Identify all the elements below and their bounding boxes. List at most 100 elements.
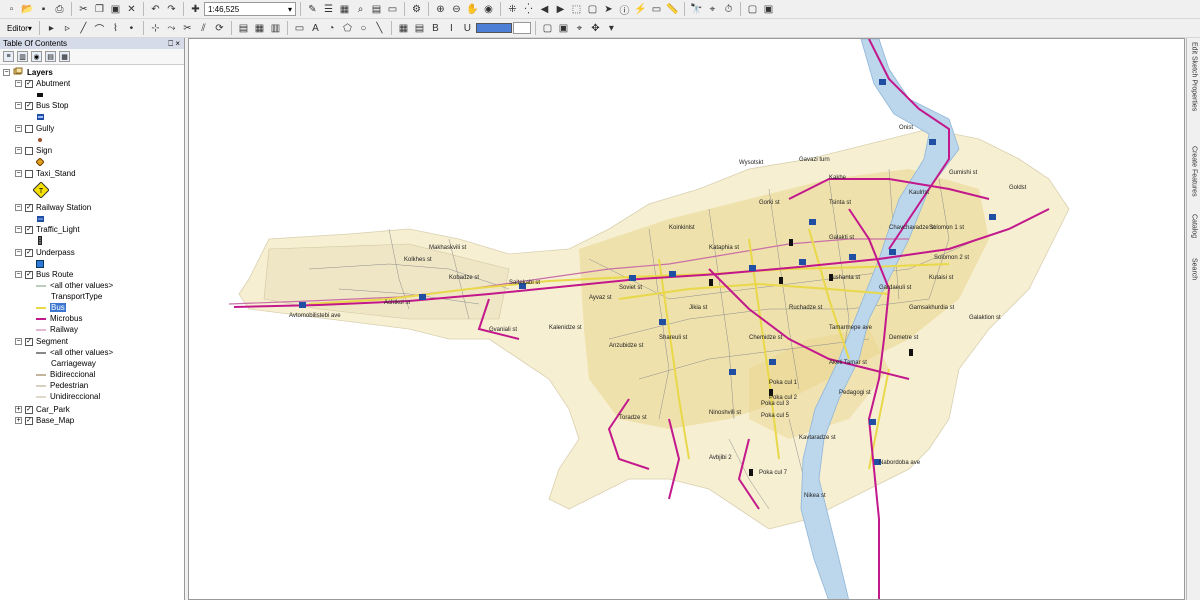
- expand-icon[interactable]: +: [15, 406, 22, 413]
- more-tools-icon[interactable]: ▾: [604, 21, 619, 36]
- layer-taxi-stand[interactable]: − Taxi_Stand: [15, 168, 76, 179]
- map-display[interactable]: Onist Wysotskt Gavazi turn Kakhe Gorki s…: [188, 38, 1185, 600]
- time-slider-icon[interactable]: ⏱: [721, 2, 736, 17]
- sketch-properties-icon[interactable]: ▦: [252, 21, 267, 36]
- tab-create-features[interactable]: Create Features: [1188, 146, 1200, 206]
- split-icon[interactable]: ⫽: [196, 21, 211, 36]
- collapse-icon[interactable]: −: [15, 249, 22, 256]
- layer-gully[interactable]: − Gully: [15, 123, 54, 134]
- list-by-drawing-order-icon[interactable]: ≡: [3, 51, 14, 62]
- edit-annotation-icon[interactable]: ▹: [60, 21, 75, 36]
- identify-icon[interactable]: ⓘ: [617, 2, 632, 17]
- draw-callout-icon[interactable]: ◔: [324, 21, 339, 36]
- cut-polygons-icon[interactable]: ✂: [180, 21, 195, 36]
- layer-abutment[interactable]: − ✓ Abutment: [15, 78, 70, 89]
- go-to-xy-icon[interactable]: ⌖: [705, 2, 720, 17]
- add-data-icon[interactable]: ✚: [188, 2, 203, 17]
- draw-rectangle-icon[interactable]: ▭: [292, 21, 307, 36]
- point-icon[interactable]: •: [124, 21, 139, 36]
- attributes-icon[interactable]: ▤: [236, 21, 251, 36]
- search-window-icon[interactable]: ⌕: [353, 2, 368, 17]
- python-icon[interactable]: ▭: [385, 2, 400, 17]
- layer-checkbox[interactable]: [25, 146, 33, 155]
- print-icon[interactable]: ⎙: [52, 2, 67, 17]
- layer-checkbox[interactable]: ✓: [25, 248, 33, 257]
- model-builder-icon[interactable]: ⚙: [409, 2, 424, 17]
- georeference-icon[interactable]: ⌖: [572, 21, 587, 36]
- options-icon[interactable]: ▦: [59, 51, 70, 62]
- list-by-source-icon[interactable]: ▥: [17, 51, 28, 62]
- layer-checkbox[interactable]: ✓: [25, 101, 33, 110]
- pan-icon[interactable]: ✋: [465, 2, 480, 17]
- zoom-out-icon[interactable]: ⊖: [449, 2, 464, 17]
- collapse-icon[interactable]: −: [15, 338, 22, 345]
- undo-icon[interactable]: ↶: [148, 2, 163, 17]
- end-point-arc-icon[interactable]: ⌒: [92, 21, 107, 36]
- tab-catalog[interactable]: Catalog: [1188, 214, 1200, 250]
- delete-icon[interactable]: ✕: [124, 2, 139, 17]
- collapse-icon[interactable]: −: [15, 170, 22, 177]
- layer-bus-stop[interactable]: − ✓ Bus Stop: [15, 100, 68, 111]
- back-extent-icon[interactable]: ◀: [537, 2, 552, 17]
- find-icon[interactable]: 🔭: [689, 2, 704, 17]
- layer-bus-route[interactable]: − ✓ Bus Route: [15, 269, 73, 280]
- layer-car-park[interactable]: + ✓ Car_Park: [15, 404, 70, 415]
- html-popup-icon[interactable]: ▭: [649, 2, 664, 17]
- layer-base-map[interactable]: + ✓ Base_Map: [15, 415, 74, 426]
- draw-line-icon[interactable]: ╲: [372, 21, 387, 36]
- copy-icon[interactable]: ❐: [92, 2, 107, 17]
- collapse-icon[interactable]: −: [15, 147, 22, 154]
- editor-toolbar-icon[interactable]: ✎: [305, 2, 320, 17]
- collapse-icon[interactable]: −: [15, 125, 22, 132]
- tab-edit-sketch-properties[interactable]: Edit Sketch Properties: [1188, 42, 1200, 142]
- full-extent-icon[interactable]: ◉: [481, 2, 496, 17]
- pin-icon[interactable]: ⎕: [168, 39, 173, 48]
- layer-checkbox[interactable]: ✓: [25, 416, 33, 425]
- cut-icon[interactable]: ✂: [76, 2, 91, 17]
- snapping-icon[interactable]: ✥: [588, 21, 603, 36]
- layer-checkbox[interactable]: ✓: [25, 203, 33, 212]
- list-by-visibility-icon[interactable]: ◉: [31, 51, 42, 62]
- swipe-icon[interactable]: ▣: [761, 2, 776, 17]
- edit-tool-icon[interactable]: ▸: [44, 21, 59, 36]
- collapse-icon[interactable]: −: [15, 102, 22, 109]
- save-icon[interactable]: ▪: [36, 2, 51, 17]
- collapse-icon[interactable]: −: [15, 204, 22, 211]
- collapse-icon[interactable]: −: [3, 69, 10, 76]
- layer-traffic-light[interactable]: − ✓ Traffic_Light: [15, 224, 80, 235]
- rotate-icon[interactable]: ⟳: [212, 21, 227, 36]
- collapse-icon[interactable]: −: [15, 271, 22, 278]
- italic-icon[interactable]: I: [444, 21, 459, 36]
- close-icon[interactable]: ×: [175, 39, 180, 48]
- layer-sign[interactable]: − Sign: [15, 145, 52, 156]
- trace-icon[interactable]: ⌇: [108, 21, 123, 36]
- select-elements-icon[interactable]: ➤: [601, 2, 616, 17]
- zoom-in-icon[interactable]: ⊕: [433, 2, 448, 17]
- select-by-rectangle-icon[interactable]: ⬚: [569, 2, 584, 17]
- map-scale-dropdown[interactable]: 1:46,525 ▾: [204, 2, 296, 16]
- layer-checkbox[interactable]: ✓: [25, 79, 33, 88]
- layer-checkbox[interactable]: ✓: [25, 225, 33, 234]
- layer-checkbox[interactable]: ✓: [25, 405, 33, 414]
- table-icon[interactable]: ▤: [412, 21, 427, 36]
- viewer-window-icon[interactable]: ▢: [745, 2, 760, 17]
- new-icon[interactable]: ▫: [4, 2, 19, 17]
- straight-segment-icon[interactable]: ╱: [76, 21, 91, 36]
- layer-checkbox[interactable]: ✓: [25, 337, 33, 346]
- catalog-icon[interactable]: ▦: [337, 2, 352, 17]
- layer-railway-station[interactable]: − ✓ Railway Station: [15, 202, 91, 213]
- editor-menu-button[interactable]: Editor▾: [4, 21, 35, 35]
- layer-checkbox[interactable]: [25, 169, 33, 178]
- layers-root[interactable]: − Layers: [3, 67, 53, 78]
- paste-icon[interactable]: ▣: [108, 2, 123, 17]
- measure-icon[interactable]: 📏: [665, 2, 680, 17]
- table-of-contents-icon[interactable]: ☰: [321, 2, 336, 17]
- layer-underpass[interactable]: − ✓ Underpass: [15, 247, 75, 258]
- legend-bus[interactable]: Bus: [36, 302, 66, 313]
- line-width-dropdown[interactable]: [512, 22, 531, 34]
- layer-checkbox[interactable]: [25, 124, 33, 133]
- draw-text-icon[interactable]: A: [308, 21, 323, 36]
- hyperlink-icon[interactable]: ⚡: [633, 2, 648, 17]
- fill-color-swatch[interactable]: [475, 23, 512, 33]
- arctoolbox-icon[interactable]: ▤: [369, 2, 384, 17]
